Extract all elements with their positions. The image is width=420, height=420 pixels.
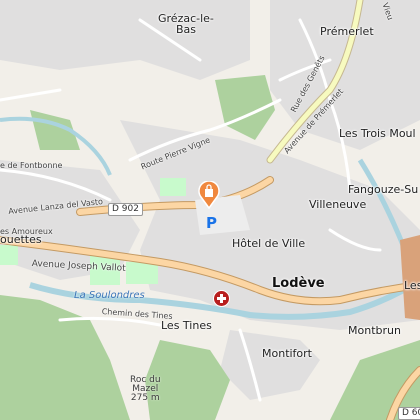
river-soulondres-label: La Soulondres xyxy=(74,290,145,301)
place-les-tines: Les Tines xyxy=(161,319,212,332)
location-marker[interactable] xyxy=(198,181,220,209)
peak-roc-du-mazel: Roc du Mazel 275 m xyxy=(130,375,161,403)
place-montifort: Montifort xyxy=(262,347,312,360)
street-fontbonne: e de Fontbonne xyxy=(0,161,63,170)
place-hotel-de-ville: Hôtel de Ville xyxy=(232,237,306,250)
place-premerlet: Prémerlet xyxy=(320,25,374,38)
place-lodeve: Lodève xyxy=(272,276,325,291)
place-grezac: Grézac-le- Bas xyxy=(158,12,214,36)
place-les: Les xyxy=(404,279,420,292)
place-trois-moulins: Les Trois Moul xyxy=(339,127,416,140)
place-fangouze: Fangouze-Su xyxy=(348,183,419,196)
shopping-bag-icon xyxy=(198,181,220,209)
place-montbrun: Montbrun xyxy=(348,324,401,337)
map-canvas[interactable]: P Grézac-le- Bas Prémerlet Les Trois Mou… xyxy=(0,0,420,420)
street-amoureux: es Amoureux xyxy=(0,227,53,236)
road-shield-d902: D 902 xyxy=(108,203,143,216)
place-villeneuve: Villeneuve xyxy=(309,198,367,211)
road-shield-d609: D 609 xyxy=(398,407,420,420)
hospital-cross-icon[interactable] xyxy=(213,290,230,307)
parking-icon[interactable]: P xyxy=(206,216,217,231)
